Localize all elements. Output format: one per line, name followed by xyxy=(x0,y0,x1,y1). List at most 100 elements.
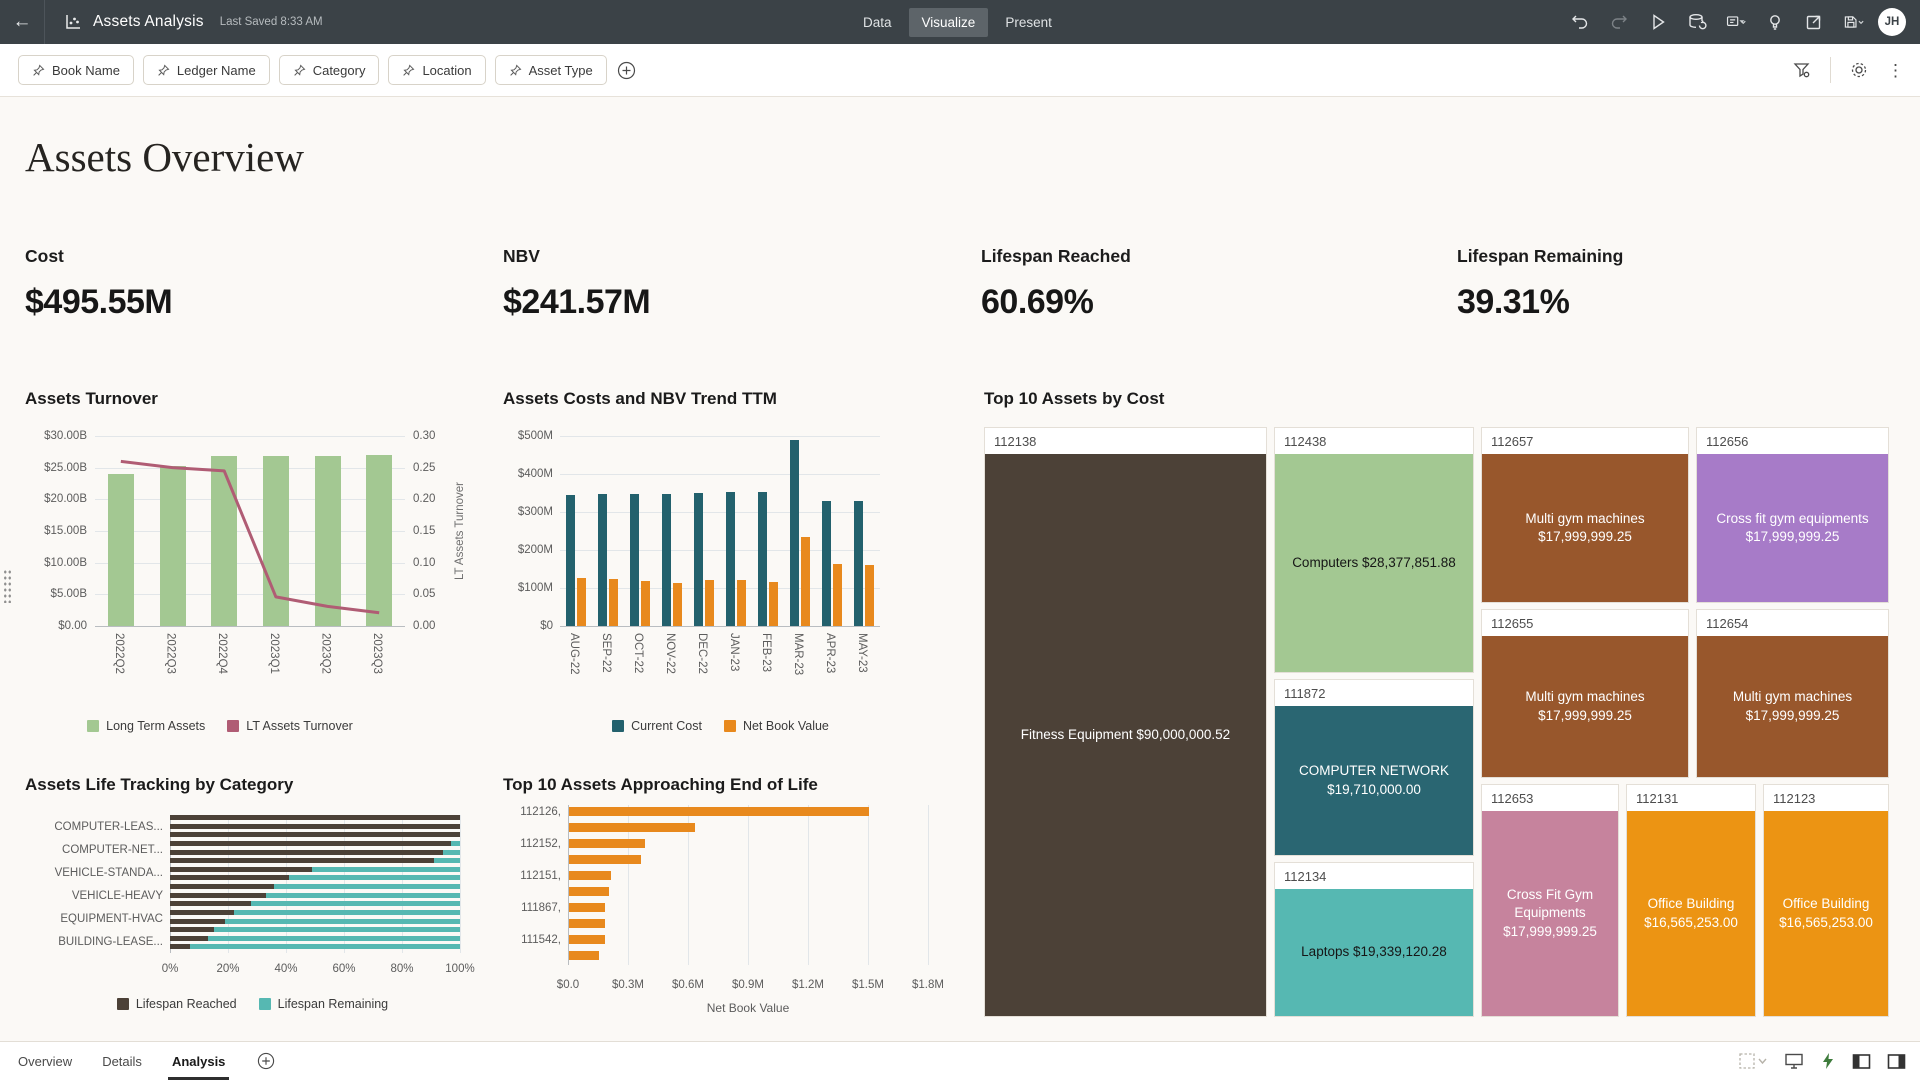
bar-lifespan-reached[interactable] xyxy=(170,824,460,829)
bar-lifespan-remaining[interactable] xyxy=(274,884,460,889)
line-lt-assets-turnover[interactable] xyxy=(95,436,405,626)
bar-current-cost[interactable] xyxy=(598,494,607,626)
filter-pill-ledger-name[interactable]: Ledger Name xyxy=(143,55,270,85)
canvas-layout-icon[interactable] xyxy=(1738,1052,1768,1070)
treemap-tile[interactable]: 112657Multi gym machines $17,999,999.25 xyxy=(1481,427,1689,603)
bar-lifespan-remaining[interactable] xyxy=(251,901,460,906)
bar-lifespan-remaining[interactable] xyxy=(289,875,460,880)
canvas-tab-overview[interactable]: Overview xyxy=(18,1042,72,1080)
redo-icon[interactable] xyxy=(1608,11,1630,33)
bar-lifespan-reached[interactable] xyxy=(170,919,225,924)
bar-net-book-value[interactable] xyxy=(569,935,605,944)
bar-lifespan-remaining[interactable] xyxy=(266,893,460,898)
bar-lifespan-remaining[interactable] xyxy=(208,936,460,941)
panel-resize-grip[interactable] xyxy=(3,569,12,603)
bar-net-book-value[interactable] xyxy=(569,807,869,816)
bar-lifespan-remaining[interactable] xyxy=(225,919,460,924)
bar-lifespan-reached[interactable] xyxy=(170,850,443,855)
bar-lifespan-remaining[interactable] xyxy=(312,867,460,872)
auto-insights-lightning-icon[interactable] xyxy=(1820,1052,1836,1070)
filter-pill-location[interactable]: Location xyxy=(388,55,485,85)
bar-current-cost[interactable] xyxy=(758,492,767,626)
treemap-tile[interactable]: 112131Office Building $16,565,253.00 xyxy=(1626,784,1756,1017)
bar-lifespan-remaining[interactable] xyxy=(214,927,461,932)
filter-funnel-icon[interactable] xyxy=(1792,60,1812,80)
bar-lifespan-reached[interactable] xyxy=(170,884,274,889)
bar-lifespan-reached[interactable] xyxy=(170,875,289,880)
bar-net-book-value[interactable] xyxy=(569,823,695,832)
bar-net-book-value[interactable] xyxy=(569,951,599,960)
undo-icon[interactable] xyxy=(1569,11,1591,33)
bar-lifespan-reached[interactable] xyxy=(170,927,214,932)
bar-lifespan-reached[interactable] xyxy=(170,815,460,820)
bar-net-book-value[interactable] xyxy=(569,839,645,848)
treemap-tile[interactable]: 112138Fitness Equipment $90,000,000.52 xyxy=(984,427,1267,1017)
bar-net-book-value[interactable] xyxy=(833,564,842,626)
bar-current-cost[interactable] xyxy=(790,440,799,626)
refresh-data-icon[interactable] xyxy=(1686,11,1708,33)
legend-item[interactable]: Current Cost xyxy=(612,719,702,733)
bar-lifespan-remaining[interactable] xyxy=(190,944,460,949)
treemap-tile[interactable]: 111872COMPUTER NETWORK $19,710,000.00 xyxy=(1274,679,1474,856)
bar-lifespan-remaining[interactable] xyxy=(434,858,460,863)
comments-icon[interactable] xyxy=(1725,11,1747,33)
tab-present[interactable]: Present xyxy=(992,8,1065,37)
canvas-tab-analysis[interactable]: Analysis xyxy=(172,1042,225,1080)
settings-gear-icon[interactable] xyxy=(1849,60,1869,80)
canvas-tab-details[interactable]: Details xyxy=(102,1042,142,1080)
back-icon[interactable]: ← xyxy=(0,0,44,44)
bar-lifespan-reached[interactable] xyxy=(170,841,451,846)
bar-lifespan-reached[interactable] xyxy=(170,901,251,906)
legend-item[interactable]: Net Book Value xyxy=(724,719,829,733)
legend-item[interactable]: Long Term Assets xyxy=(87,719,205,733)
bar-net-book-value[interactable] xyxy=(641,581,650,626)
display-icon[interactable] xyxy=(1784,1052,1804,1070)
legend-item[interactable]: Lifespan Reached xyxy=(117,997,237,1011)
treemap-tile[interactable]: 112123Office Building $16,565,253.00 xyxy=(1763,784,1889,1017)
bar-lifespan-reached[interactable] xyxy=(170,832,460,837)
bar-net-book-value[interactable] xyxy=(801,537,810,626)
bar-net-book-value[interactable] xyxy=(865,565,874,626)
treemap-tile[interactable]: 112654Multi gym machines $17,999,999.25 xyxy=(1696,609,1889,778)
open-in-new-icon[interactable] xyxy=(1803,11,1825,33)
bar-lifespan-remaining[interactable] xyxy=(443,850,460,855)
bar-lifespan-remaining[interactable] xyxy=(451,841,460,846)
legend-item[interactable]: LT Assets Turnover xyxy=(227,719,353,733)
user-avatar[interactable]: JH xyxy=(1878,8,1906,36)
bar-net-book-value[interactable] xyxy=(569,887,609,896)
filter-pill-category[interactable]: Category xyxy=(279,55,380,85)
insights-bulb-icon[interactable] xyxy=(1764,11,1786,33)
bar-net-book-value[interactable] xyxy=(569,903,605,912)
bar-current-cost[interactable] xyxy=(694,493,703,626)
tab-visualize[interactable]: Visualize xyxy=(909,8,989,37)
tab-data[interactable]: Data xyxy=(850,8,905,37)
bar-current-cost[interactable] xyxy=(662,494,671,626)
bar-net-book-value[interactable] xyxy=(609,579,618,626)
bar-net-book-value[interactable] xyxy=(769,582,778,626)
add-filter-icon[interactable] xyxy=(617,61,636,80)
filter-pill-asset-type[interactable]: Asset Type xyxy=(495,55,607,85)
kebab-menu-icon[interactable]: ⋮ xyxy=(1887,62,1904,79)
add-canvas-icon[interactable] xyxy=(257,1052,275,1070)
bar-net-book-value[interactable] xyxy=(577,578,586,626)
bar-net-book-value[interactable] xyxy=(569,855,641,864)
bar-lifespan-reached[interactable] xyxy=(170,867,312,872)
bar-current-cost[interactable] xyxy=(854,501,863,626)
treemap-tile[interactable]: 112656Cross fit gym equipments $17,999,9… xyxy=(1696,427,1889,603)
bar-net-book-value[interactable] xyxy=(705,580,714,626)
bar-current-cost[interactable] xyxy=(726,492,735,626)
save-icon[interactable] xyxy=(1842,11,1864,33)
treemap-tile[interactable]: 112655Multi gym machines $17,999,999.25 xyxy=(1481,609,1689,778)
bar-lifespan-reached[interactable] xyxy=(170,893,266,898)
bar-lifespan-reached[interactable] xyxy=(170,944,190,949)
run-icon[interactable] xyxy=(1647,11,1669,33)
bar-current-cost[interactable] xyxy=(822,501,831,626)
bar-net-book-value[interactable] xyxy=(737,580,746,626)
bar-lifespan-remaining[interactable] xyxy=(234,910,460,915)
panel-right-toggle-icon[interactable] xyxy=(1887,1053,1906,1070)
treemap-tile[interactable]: 112438Computers $28,377,851.88 xyxy=(1274,427,1474,673)
filter-pill-book-name[interactable]: Book Name xyxy=(18,55,134,85)
treemap-tile[interactable]: 112653Cross Fit Gym Equipments $17,999,9… xyxy=(1481,784,1619,1017)
bar-current-cost[interactable] xyxy=(630,494,639,626)
treemap-tile[interactable]: 112134Laptops $19,339,120.28 xyxy=(1274,862,1474,1017)
